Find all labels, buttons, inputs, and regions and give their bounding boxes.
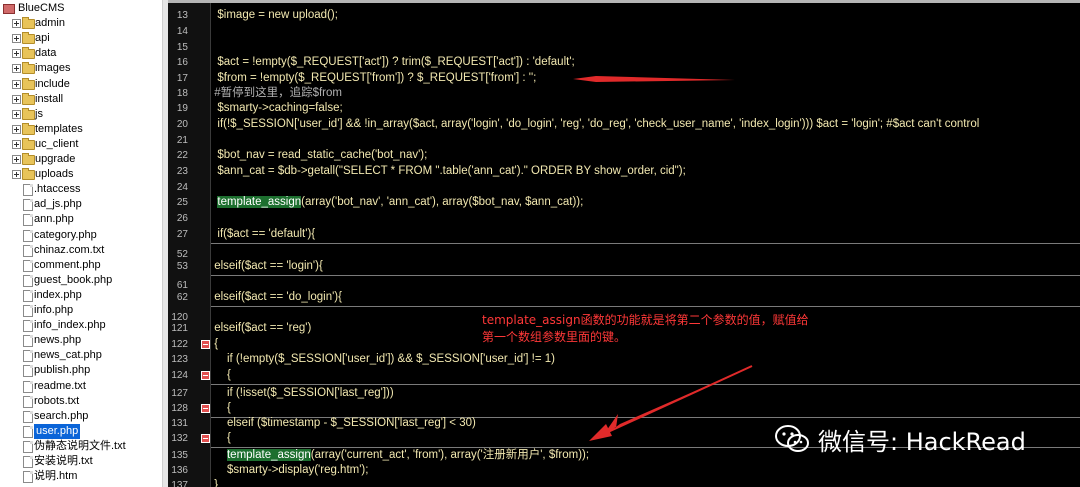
annotation-arrows (573, 76, 753, 441)
arrow-shaft-template-assign (607, 365, 753, 433)
arrow-to-from-line (573, 76, 735, 82)
watermark-text: 微信号: HackRead (818, 427, 1026, 456)
arrow-head-template-assign (589, 424, 612, 441)
wechat-icon (775, 425, 809, 452)
watermark: 微信号: HackRead (774, 421, 1026, 457)
